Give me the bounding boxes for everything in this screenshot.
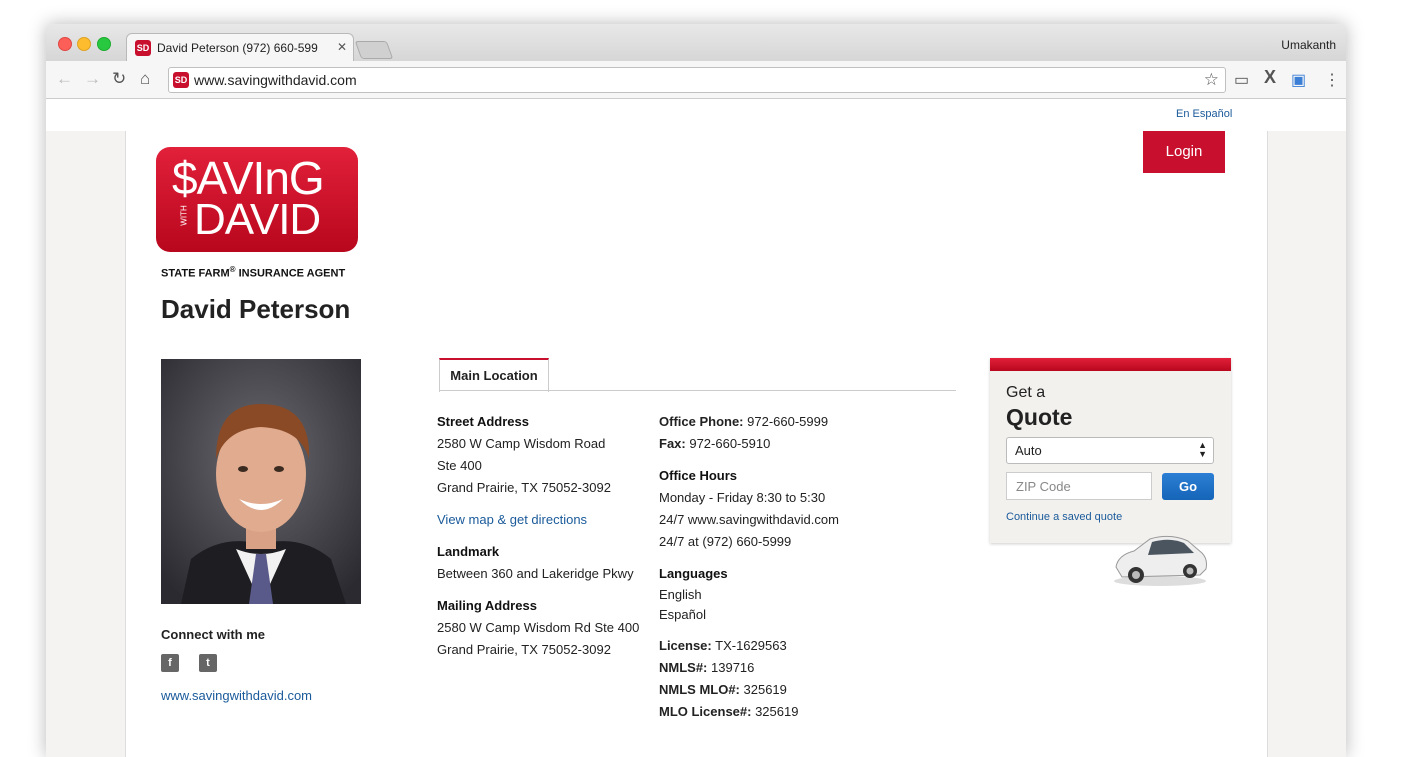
hours-line: 24/7 at (972) 660-5999 — [659, 534, 792, 549]
street-address-label: Street Address — [437, 414, 529, 429]
hours-line: Monday - Friday 8:30 to 5:30 — [659, 490, 826, 505]
landmark-value: Between 360 and Lakeridge Pkwy — [437, 566, 634, 581]
office-phone: Office Phone: 972-660-5999 — [659, 414, 829, 429]
url-text[interactable]: www.savingwithdavid.com — [194, 72, 357, 88]
saving-with-david-logo[interactable]: $AVInG WITH DAVID — [156, 147, 358, 252]
login-button[interactable]: Login — [1143, 131, 1225, 173]
home-icon[interactable]: ⌂ — [140, 69, 150, 89]
select-arrows-icon: ▲ ▼ — [1198, 440, 1207, 459]
product-select-value: Auto — [1015, 443, 1042, 458]
agent-photo — [161, 359, 361, 604]
agent-label: STATE FARM® INSURANCE AGENT — [161, 265, 346, 280]
reload-icon[interactable]: ↻ — [112, 69, 126, 89]
site-favicon-icon: SD — [173, 72, 189, 88]
product-select[interactable]: Auto ▲ ▼ — [1006, 437, 1214, 464]
close-tab-icon[interactable]: ✕ — [337, 40, 347, 54]
continue-saved-quote-link[interactable]: Continue a saved quote — [1006, 511, 1122, 523]
nmls-mlo: NMLS MLO#: 325619 — [659, 682, 787, 697]
office-hours-label: Office Hours — [659, 468, 738, 483]
tab-main-location[interactable]: Main Location — [439, 358, 549, 392]
zoom-window-button[interactable] — [97, 37, 111, 51]
browser-tab[interactable]: SD David Peterson (972) 660-599 ✕ — [126, 33, 354, 62]
site-favicon-icon: SD — [135, 40, 151, 56]
mailing-line: Grand Prairie, TX 75052-3092 — [437, 642, 611, 657]
tab-title: David Peterson (972) 660-599 — [157, 41, 318, 55]
fax: Fax: 972-660-5910 — [659, 436, 771, 451]
cast-icon[interactable]: ▭ — [1234, 70, 1249, 90]
agent-name: David Peterson — [161, 294, 351, 324]
zip-code-placeholder: ZIP Code — [1016, 479, 1071, 494]
hours-line: 24/7 www.savingwithdavid.com — [659, 512, 839, 527]
street-line: 2580 W Camp Wisdom Road — [437, 436, 606, 451]
car-icon — [1114, 535, 1207, 586]
top-strip: En Español — [46, 99, 1346, 131]
new-tab-button[interactable] — [354, 41, 394, 59]
logo-text-with: WITH — [179, 205, 189, 226]
close-window-button[interactable] — [58, 37, 72, 51]
extension-icon[interactable]: ▣ — [1291, 70, 1306, 90]
address-bar[interactable]: SD www.savingwithdavid.com ☆ — [168, 67, 1226, 93]
menu-icon[interactable]: ⋮ — [1324, 70, 1340, 90]
street-line: Ste 400 — [437, 458, 482, 473]
license: License: TX-1629563 — [659, 638, 787, 653]
spanish-language-link[interactable]: En Español — [1176, 108, 1232, 120]
x-extension-icon[interactable]: X — [1264, 67, 1276, 88]
twitter-icon[interactable]: t — [199, 654, 217, 672]
zip-code-input[interactable]: ZIP Code — [1006, 472, 1152, 500]
languages-label: Languages — [659, 566, 728, 581]
back-icon[interactable]: ← — [56, 69, 73, 89]
language-item: Español — [659, 607, 706, 622]
forward-icon[interactable]: → — [84, 69, 101, 89]
title-bar: SD David Peterson (972) 660-599 ✕ Umakan… — [46, 24, 1346, 62]
connect-heading: Connect with me — [161, 627, 266, 642]
landmark-label: Landmark — [437, 544, 500, 559]
nmls: NMLS#: 139716 — [659, 660, 755, 675]
mlo-license: MLO License#: 325619 — [659, 704, 799, 719]
website-link[interactable]: www.savingwithdavid.com — [161, 688, 312, 703]
quote-header-bar — [990, 358, 1231, 371]
minimize-window-button[interactable] — [77, 37, 91, 51]
profile-name[interactable]: Umakanth — [1281, 38, 1336, 52]
tab-divider — [439, 390, 956, 391]
page-content: Login $AVInG WITH DAVID STATE FARM® INSU… — [125, 131, 1268, 757]
quote-heading: Quote — [1006, 404, 1073, 430]
browser-toolbar: ← → ↻ ⌂ SD www.savingwithdavid.com ☆ ▭ X… — [46, 61, 1346, 99]
street-line: Grand Prairie, TX 75052-3092 — [437, 480, 611, 495]
go-button[interactable]: Go — [1162, 473, 1214, 500]
bookmark-star-icon[interactable]: ☆ — [1204, 70, 1219, 90]
mailing-address-label: Mailing Address — [437, 598, 537, 613]
browser-window: SD David Peterson (972) 660-599 ✕ Umakan… — [46, 24, 1346, 757]
logo-text-david: DAVID — [194, 195, 321, 244]
facebook-icon[interactable]: f — [161, 654, 179, 672]
map-directions-link[interactable]: View map & get directions — [437, 512, 587, 527]
get-a-quote-widget: Get a Quote Auto ▲ ▼ ZIP Code Go Continue… — [990, 358, 1231, 543]
quote-get-a-text: Get a — [1006, 384, 1046, 401]
language-item: English — [659, 587, 702, 602]
mailing-line: 2580 W Camp Wisdom Rd Ste 400 — [437, 620, 640, 635]
